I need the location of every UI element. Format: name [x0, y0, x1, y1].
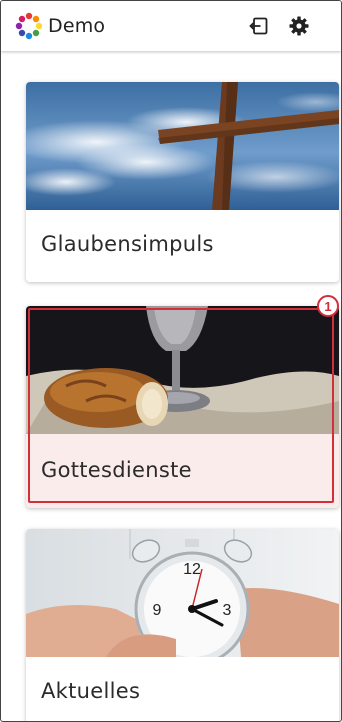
bread-chalice-image	[26, 306, 339, 434]
svg-text:3: 3	[223, 602, 232, 619]
app-bar: Demo	[1, 1, 341, 51]
logout-icon	[249, 17, 268, 35]
card-label: Aktuelles	[41, 679, 141, 703]
card-glaubensimpuls[interactable]: Glaubensimpuls	[26, 82, 339, 282]
card-list: Glaubensimpuls Gottesdienste 12 3 9 Aktu…	[1, 51, 341, 721]
app-title: Demo	[48, 15, 106, 37]
card-label: Gottesdienste	[41, 458, 192, 482]
svg-text:9: 9	[153, 602, 162, 619]
card-gottesdienste[interactable]: Gottesdienste	[26, 306, 339, 508]
card-label: Glaubensimpuls	[41, 232, 214, 256]
svg-text:12: 12	[183, 561, 201, 578]
annotation-marker: 1	[317, 295, 339, 317]
card-aktuelles[interactable]: 12 3 9 Aktuelles	[26, 529, 339, 721]
cross-sky-image	[26, 82, 339, 210]
logout-button[interactable]	[248, 15, 270, 37]
settings-button[interactable]	[288, 15, 310, 37]
gear-icon	[289, 16, 309, 36]
alarm-clock-image: 12 3 9	[26, 529, 339, 657]
app-frame: Demo Glaubensimpuls Gottesdienste 12 3 9…	[0, 0, 342, 722]
app-logo-icon	[15, 12, 43, 40]
